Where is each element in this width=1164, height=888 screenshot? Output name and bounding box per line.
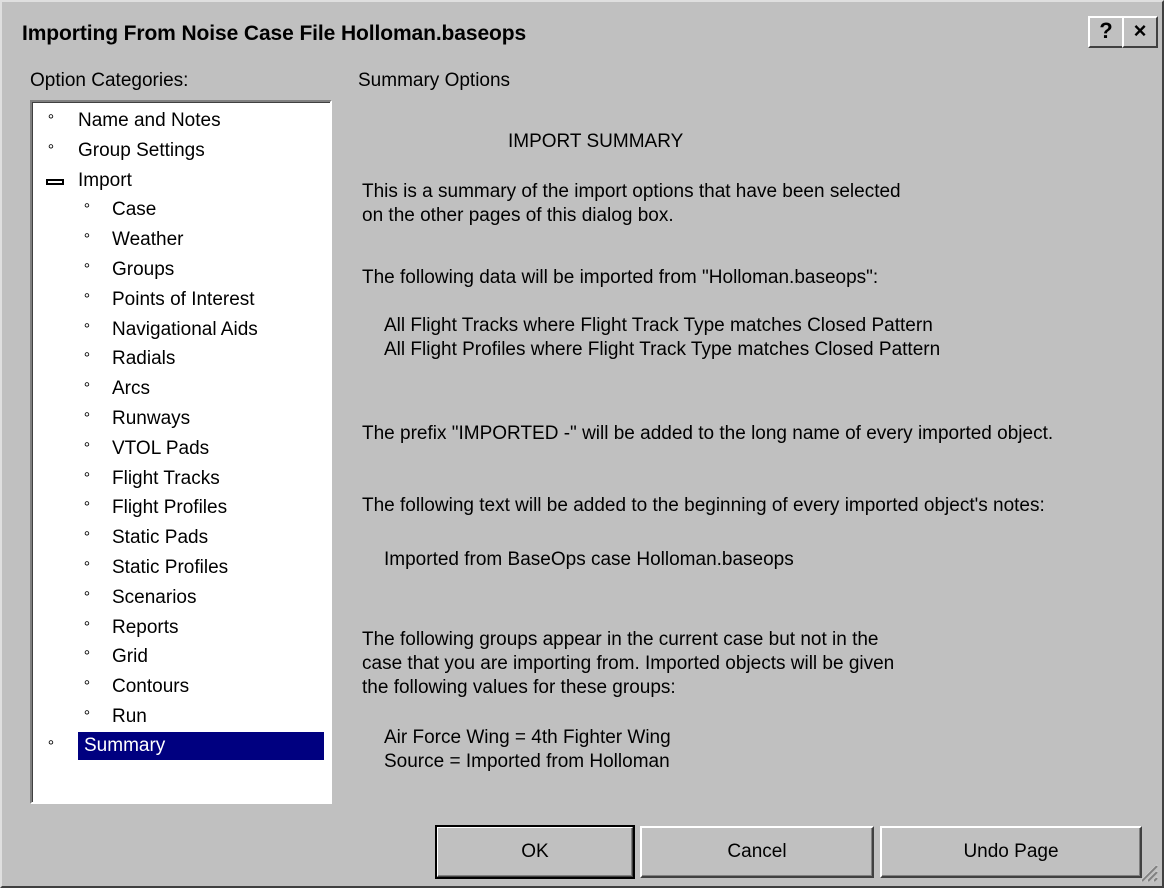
tree-item-arcs[interactable]: ° Arcs [32,374,328,404]
tree-item-flight-profiles[interactable]: ° Flight Profiles [32,493,328,523]
tree-item-contours[interactable]: ° Contours [32,672,328,702]
tree-item-weather[interactable]: ° Weather [32,225,328,255]
tree-item-static-profiles[interactable]: ° Static Profiles [32,553,328,583]
group-value-2: Source = Imported from Holloman [384,751,670,772]
tree-item-label: Weather [112,229,184,251]
bullet-icon: ° [83,261,91,278]
tree-item-label: Radials [112,348,176,370]
bullet-icon: ° [83,290,91,308]
data-import-line-1: All Flight Tracks where Flight Track Typ… [384,315,933,336]
bullet-icon: ° [83,469,91,487]
tree-item-runways[interactable]: ° Runways [32,404,328,434]
summary-intro-line-1: This is a summary of the import options … [362,181,901,202]
close-icon[interactable]: × [1122,16,1158,48]
tree-item-name-and-notes[interactable]: ° Name and Notes [32,106,328,136]
option-categories-tree[interactable]: ° Name and Notes ° Group Settings Import ° Cas… [30,100,332,804]
option-categories-label: Option Categories: [30,70,189,91]
tree-item-label: Flight Tracks [112,467,220,489]
tree-item-label: Grid [112,646,148,668]
tree-item-reports[interactable]: ° Reports [32,613,328,643]
prefix-text: The prefix "IMPORTED -" will be added to… [362,423,1054,444]
cancel-button[interactable]: Cancel [640,826,874,878]
bullet-icon: ° [83,410,91,427]
data-import-intro: The following data will be imported from… [362,267,879,288]
tree-item-label: Arcs [112,378,150,400]
tree-item-grid[interactable]: ° Grid [32,642,328,672]
ok-button[interactable]: OK [435,825,635,879]
tree-item-static-pads[interactable]: ° Static Pads [32,523,328,553]
page-title: Summary Options [358,70,511,91]
window-title: Importing From Noise Case File Holloman.… [22,22,527,45]
tree-item-label: Navigational Aids [112,318,258,340]
bullet-icon: ° [83,499,91,517]
bullet-icon: ° [47,141,55,159]
tree-item-label: Run [112,706,147,727]
notes-intro: The following text will be added to the … [362,495,1045,516]
help-icon[interactable]: ? [1088,16,1124,48]
tree-item-label: Reports [112,616,179,638]
tree-item-label: Import [78,169,132,191]
summary-heading: IMPORT SUMMARY [508,131,684,152]
tree-item-label: Case [112,199,157,221]
tree-item-group-settings[interactable]: ° Group Settings [32,136,328,166]
tree-item-groups[interactable]: ° Groups [32,255,328,285]
title-bar[interactable]: Importing From Noise Case File Holloman.… [4,4,1160,60]
tree-item-radials[interactable]: ° Radials [32,344,328,374]
bullet-icon: ° [47,737,55,755]
groups-line-2: case that you are importing from. Import… [362,653,895,674]
tree-item-label: Static Pads [112,527,209,549]
bullet-icon: ° [83,618,91,636]
tree-item-points-of-interest[interactable]: ° Points of Interest [32,285,328,315]
bullet-icon: ° [83,588,91,606]
bullet-icon: ° [83,439,91,457]
tree-item-label: Group Settings [78,139,205,161]
tree-item-label: Runways [112,408,191,429]
groups-line-3: the following values for these groups: [362,677,676,698]
bullet-icon: ° [83,350,91,368]
bullet-icon: ° [83,201,91,219]
tree-item-label: Scenarios [112,586,197,608]
tree-item-run[interactable]: ° Run [32,702,328,732]
bullet-icon: ° [83,648,91,666]
tree-item-label: Contours [112,676,190,698]
tree-item-scenarios[interactable]: ° Scenarios [32,583,328,613]
resize-grip-icon[interactable] [1138,862,1158,882]
tree-item-import[interactable]: Import [32,166,328,196]
undo-page-button[interactable]: Undo Page [880,826,1142,878]
group-value-1: Air Force Wing = 4th Fighter Wing [384,727,671,748]
data-import-line-2: All Flight Profiles where Flight Track T… [384,339,941,360]
tree-item-navigational-aids[interactable]: ° Navigational Aids [32,315,328,345]
tree-item-summary[interactable]: ° Summary [32,731,328,762]
tree-item-label: Groups [112,259,175,280]
collapse-icon[interactable] [46,178,64,185]
tree-item-case[interactable]: ° Case [32,195,328,225]
notes-text: Imported from BaseOps case Holloman.base… [384,549,794,570]
tree-item-label: Flight Profiles [112,497,228,519]
import-dialog: Importing From Noise Case File Holloman.… [0,0,1164,888]
tree-item-label: Static Profiles [112,557,229,578]
bullet-icon: ° [83,380,91,398]
groups-line-1: The following groups appear in the curre… [362,629,879,650]
tree-item-label: Summary [78,731,324,760]
tree-item-vtol-pads[interactable]: ° VTOL Pads [32,434,328,464]
bullet-icon: ° [83,231,91,249]
tree-item-label: Points of Interest [112,288,255,310]
summary-intro-line-2: on the other pages of this dialog box. [362,205,674,226]
bullet-icon: ° [83,678,91,696]
bullet-icon: ° [83,708,91,725]
tree-item-label: Name and Notes [78,110,221,131]
tree-item-flight-tracks[interactable]: ° Flight Tracks [32,464,328,494]
bullet-icon: ° [83,529,91,547]
bullet-icon: ° [83,559,91,576]
bullet-icon: ° [47,112,55,129]
bullet-icon: ° [83,320,91,338]
tree-item-label: VTOL Pads [112,437,210,459]
